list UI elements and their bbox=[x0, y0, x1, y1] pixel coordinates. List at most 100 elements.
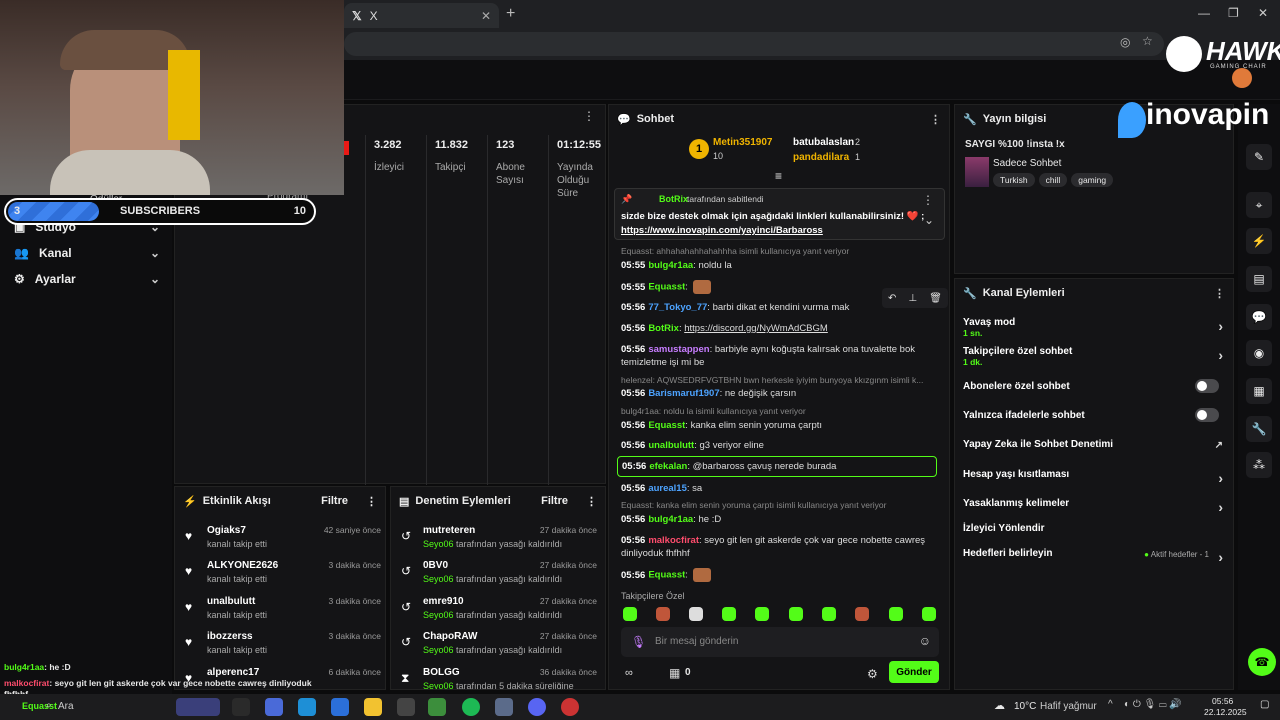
message-username[interactable]: Equasst bbox=[648, 570, 685, 581]
message-username[interactable]: unalbulutt bbox=[648, 440, 694, 451]
clock-time[interactable]: 05:56 bbox=[1212, 696, 1233, 706]
emote-icon[interactable] bbox=[722, 607, 736, 621]
emote-icon[interactable] bbox=[822, 607, 836, 621]
followers-only-action[interactable]: Takipçilere özel sohbet 1 dk. › bbox=[963, 346, 1225, 367]
chat-input[interactable]: 🎙 Bir mesaj gönderin ☺ bbox=[621, 627, 939, 657]
tag[interactable]: Turkish bbox=[993, 173, 1035, 187]
message-username[interactable]: bulg4r1aa bbox=[648, 260, 693, 271]
filter-button[interactable]: Filtre bbox=[541, 495, 568, 507]
message-username[interactable]: aureal15 bbox=[648, 483, 687, 494]
discord-icon[interactable] bbox=[528, 698, 546, 716]
more-options-icon[interactable]: ⋮ bbox=[586, 495, 597, 508]
message-username[interactable]: Equasst bbox=[648, 420, 685, 431]
star-icon[interactable]: ☆ bbox=[1142, 34, 1153, 48]
sidebar-item-channel[interactable]: 👥 Kanal ⌄ bbox=[14, 246, 160, 260]
avatar[interactable] bbox=[1232, 68, 1252, 88]
subscribers-only-toggle[interactable] bbox=[1195, 379, 1219, 393]
spotify-icon[interactable] bbox=[462, 698, 480, 716]
filter-lines-icon[interactable]: ≡ bbox=[775, 169, 782, 183]
chat-message[interactable]: 05:56 unalbulutt: g3 veriyor eline bbox=[621, 439, 941, 452]
top-gifter-name[interactable]: Metin351907 bbox=[713, 137, 772, 148]
document-icon[interactable]: ▤ bbox=[1246, 266, 1272, 292]
chat-bubble-icon[interactable]: 💬 bbox=[1246, 304, 1272, 330]
message-username[interactable]: malkocfirat bbox=[648, 535, 699, 546]
pin-icon[interactable]: ⊥ bbox=[908, 293, 917, 304]
notification-icon[interactable]: ▢ bbox=[1260, 699, 1269, 710]
task-view-icon[interactable] bbox=[232, 698, 250, 716]
chat-message[interactable]: 05:56 aureal15: sa bbox=[621, 482, 941, 495]
emoji-icon[interactable]: ☺ bbox=[919, 634, 931, 648]
emote-icon[interactable] bbox=[789, 607, 803, 621]
more-options-icon[interactable]: ⋮ bbox=[366, 495, 377, 508]
delete-icon[interactable]: 🗑 bbox=[929, 293, 942, 304]
pinned-link[interactable]: https://www.inovapin.com/yayinci/Barbaro… bbox=[621, 225, 823, 236]
minimize-icon[interactable]: — bbox=[1198, 6, 1210, 20]
app-icon[interactable] bbox=[495, 698, 513, 716]
mail-icon[interactable] bbox=[331, 698, 349, 716]
support-chat-icon[interactable]: ☎ bbox=[1248, 648, 1276, 676]
close-window-icon[interactable]: ✕ bbox=[1258, 6, 1268, 20]
bolt-icon[interactable]: ⚡ bbox=[1246, 228, 1272, 254]
send-button[interactable]: Gönder bbox=[889, 661, 939, 683]
restore-icon[interactable]: ❐ bbox=[1228, 6, 1239, 20]
chat-message[interactable]: 05:56 samustappen: barbiyle aynı koğuşta … bbox=[621, 343, 941, 369]
copilot-icon[interactable] bbox=[265, 698, 283, 716]
focus-icon[interactable]: ⌖ bbox=[1246, 192, 1272, 218]
message-username[interactable]: samustappen bbox=[648, 344, 709, 355]
message-username[interactable]: Equasst bbox=[648, 282, 685, 293]
host-channel-action[interactable]: İzleyici Yönlendir bbox=[963, 523, 1225, 534]
eye-off-icon[interactable]: ◎ bbox=[1120, 35, 1130, 49]
xbox-icon[interactable] bbox=[397, 698, 415, 716]
emote-icon[interactable] bbox=[855, 607, 869, 621]
microphone-icon[interactable]: 🎙 bbox=[631, 635, 646, 649]
edge-icon[interactable] bbox=[298, 698, 316, 716]
filter-button[interactable]: Filtre bbox=[321, 495, 348, 507]
gift-icon[interactable]: ▦ bbox=[669, 666, 680, 680]
edit-icon[interactable]: ✎ bbox=[1246, 144, 1272, 170]
emote-icon[interactable] bbox=[623, 607, 637, 621]
chevron-down-icon[interactable]: ⌄ bbox=[924, 213, 934, 227]
channel-points-icon[interactable]: ∞ bbox=[625, 667, 633, 679]
emote-icon[interactable] bbox=[689, 607, 703, 621]
account-age-action[interactable]: Hesap yaşı kısıtlaması › bbox=[963, 469, 1225, 486]
chat-message[interactable]: 05:56 bulg4r1aa: he :D bbox=[621, 513, 941, 526]
emote-icon[interactable] bbox=[656, 607, 670, 621]
subscribers-only-action[interactable]: Abonelere özel sohbet bbox=[963, 379, 1225, 393]
reply-icon[interactable]: ↶ bbox=[888, 293, 896, 304]
banned-words-action[interactable]: Yasaklanmış kelimeler › bbox=[963, 498, 1225, 515]
obs-icon[interactable] bbox=[561, 698, 579, 716]
message-username[interactable]: 77_Tokyo_77 bbox=[648, 302, 707, 313]
category-name[interactable]: Sadece Sohbet bbox=[993, 158, 1061, 169]
message-username[interactable]: Barismaruf1907 bbox=[648, 388, 719, 399]
chat-message[interactable]: 05:56 malkocfirat: seyo git len git asker… bbox=[621, 534, 941, 560]
message-username[interactable]: BotRix bbox=[648, 323, 679, 334]
more-options-icon[interactable]: ⋮ bbox=[1214, 287, 1225, 300]
clock-date[interactable]: 22.12.2025 bbox=[1204, 707, 1247, 717]
tray-icons[interactable]: ◐ ⏻ 🎙 ▭ 🔊 bbox=[1124, 699, 1182, 710]
slow-mode-action[interactable]: Yavaş mod 1 sn. › bbox=[963, 317, 1225, 338]
taskbar-search[interactable]: Ara bbox=[58, 701, 74, 712]
browser-tab[interactable]: 𝕏 X ✕ bbox=[344, 3, 499, 28]
chat-settings-icon[interactable]: ⚙ bbox=[867, 667, 878, 681]
emote-icon[interactable] bbox=[889, 607, 903, 621]
more-options-icon[interactable]: ⋮ bbox=[922, 193, 934, 207]
gifter-name[interactable]: pandadilara bbox=[793, 152, 849, 163]
chat-message[interactable]: 05:56 Equasst: kanka elim senin yoruma ça… bbox=[621, 419, 941, 432]
widget-icon[interactable] bbox=[176, 698, 220, 716]
emote-icon[interactable] bbox=[755, 607, 769, 621]
chat-message[interactable]: 05:56 BotRix: https://discord.gg/NyWmAdCB… bbox=[621, 322, 941, 335]
new-tab-icon[interactable]: + bbox=[506, 5, 515, 23]
sidebar-item-settings[interactable]: ⚙ Ayarlar ⌄ bbox=[14, 272, 160, 286]
gifter-name[interactable]: batubalaslan bbox=[793, 137, 854, 148]
tray-arrow-icon[interactable]: ^ bbox=[1108, 699, 1113, 710]
layout-icon[interactable]: ▦ bbox=[1246, 378, 1272, 404]
tab-close-icon[interactable]: ✕ bbox=[481, 9, 491, 23]
tag[interactable]: chill bbox=[1038, 173, 1068, 187]
wrench-icon[interactable]: 🔧 bbox=[1246, 416, 1272, 442]
chat-message[interactable]: 05:56 Barismaruf1907: ne değişik çarsın bbox=[621, 387, 941, 400]
emote-only-action[interactable]: Yalnızca ifadelerle sohbet bbox=[963, 408, 1225, 422]
message-username[interactable]: efekalan bbox=[649, 461, 687, 472]
tag[interactable]: gaming bbox=[1071, 173, 1114, 187]
chrome-icon[interactable] bbox=[428, 698, 446, 716]
chat-message[interactable]: 05:56 Equasst: bbox=[621, 568, 941, 582]
